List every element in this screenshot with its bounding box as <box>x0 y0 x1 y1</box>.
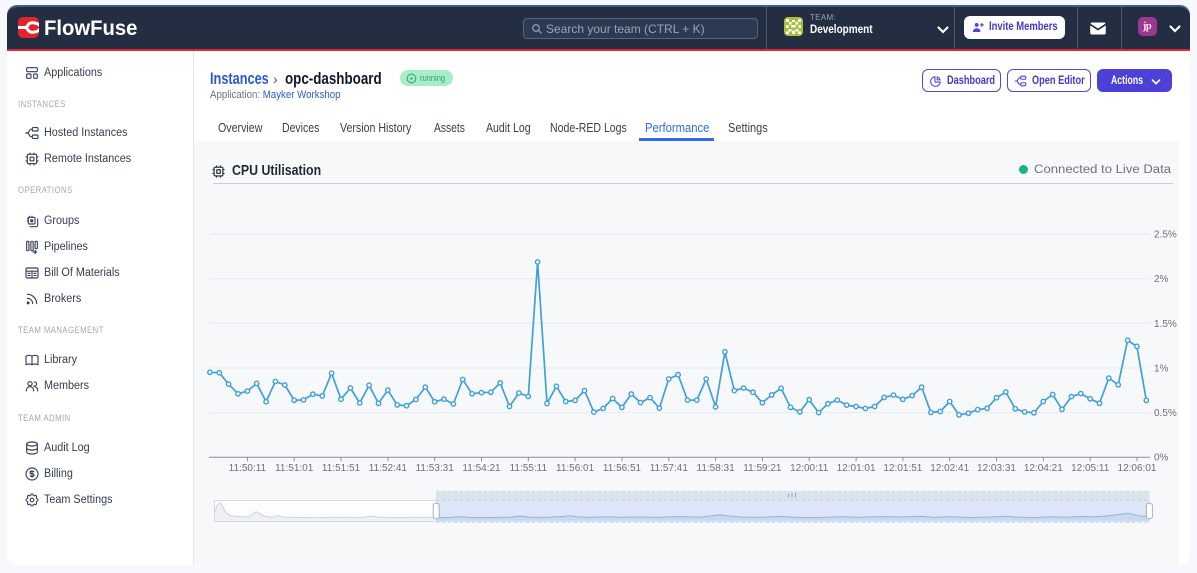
svg-text:12:03:31: 12:03:31 <box>977 463 1016 474</box>
svg-text:0.5%: 0.5% <box>1154 408 1177 419</box>
svg-text:11:58:31: 11:58:31 <box>697 463 736 474</box>
svg-text:11:56:01: 11:56:01 <box>556 463 595 474</box>
svg-text:12:01:01: 12:01:01 <box>837 463 876 474</box>
svg-text:12:05:11: 12:05:11 <box>1071 463 1110 474</box>
svg-text:1%: 1% <box>1154 364 1169 375</box>
svg-text:11:54:21: 11:54:21 <box>462 463 501 474</box>
svg-text:12:04:21: 12:04:21 <box>1024 463 1063 474</box>
svg-text:11:53:31: 11:53:31 <box>416 463 455 474</box>
svg-text:11:50:11: 11:50:11 <box>229 463 267 474</box>
svg-text:11:51:01: 11:51:01 <box>275 463 314 474</box>
svg-text:11:56:51: 11:56:51 <box>603 463 642 474</box>
svg-text:12:01:51: 12:01:51 <box>883 463 922 474</box>
svg-text:1.5%: 1.5% <box>1154 319 1177 330</box>
svg-text:0%: 0% <box>1154 453 1169 464</box>
svg-text:12:02:41: 12:02:41 <box>930 463 969 474</box>
svg-text:12:06:01: 12:06:01 <box>1118 463 1157 474</box>
svg-text:11:57:41: 11:57:41 <box>650 463 689 474</box>
svg-text:2.5%: 2.5% <box>1154 229 1177 240</box>
svg-text:11:52:41: 11:52:41 <box>369 463 408 474</box>
svg-text:11:59:21: 11:59:21 <box>743 463 782 474</box>
svg-text:11:51:51: 11:51:51 <box>322 463 361 474</box>
svg-text:11:55:11: 11:55:11 <box>510 463 548 474</box>
svg-text:12:00:11: 12:00:11 <box>790 463 829 474</box>
svg-text:2%: 2% <box>1154 274 1169 285</box>
